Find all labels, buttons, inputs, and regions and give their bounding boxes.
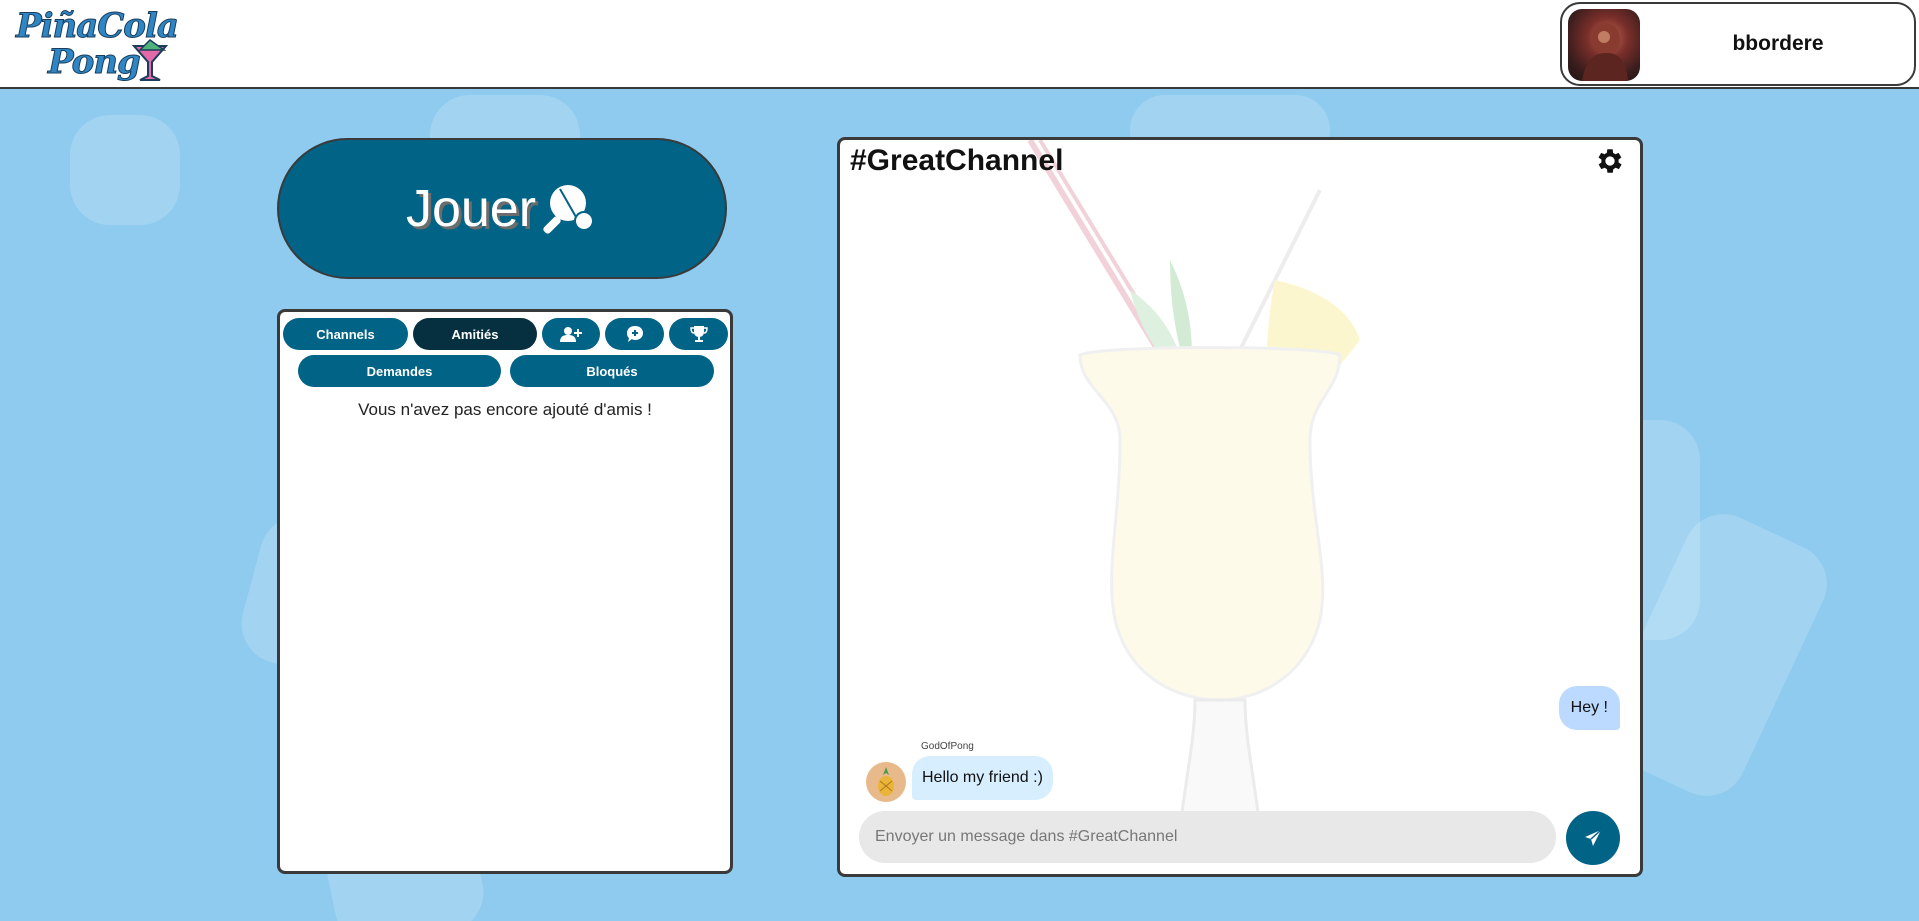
pineapple-avatar-icon bbox=[878, 767, 894, 796]
ping-pong-icon bbox=[543, 184, 595, 234]
gear-icon[interactable] bbox=[1594, 145, 1626, 177]
tab-friends[interactable]: Amitiés bbox=[413, 318, 537, 350]
channel-title: #GreatChannel bbox=[850, 144, 1064, 177]
chat-plus-icon bbox=[626, 326, 643, 342]
profile-card[interactable]: bbordere bbox=[1560, 2, 1916, 86]
pina-colada-illustration bbox=[1027, 140, 1360, 855]
play-button-label: Jouer bbox=[405, 179, 537, 238]
user-avatar[interactable] bbox=[1568, 9, 1640, 81]
cocktail-glass-icon bbox=[131, 39, 169, 81]
tab-leaderboard[interactable] bbox=[669, 318, 728, 350]
message-bubble-other: Hello my friend :) bbox=[912, 756, 1053, 800]
background-shape bbox=[70, 115, 180, 225]
subtab-requests[interactable]: Demandes bbox=[298, 355, 501, 387]
app-logo[interactable]: PiñaCola Pong bbox=[14, 4, 180, 86]
play-button[interactable]: Jouer bbox=[277, 138, 727, 279]
paper-plane-icon bbox=[1585, 829, 1602, 846]
tab-add-friend[interactable] bbox=[542, 318, 600, 350]
logo-text-line2: Pong bbox=[48, 42, 142, 83]
top-bar: PiñaCola Pong bbordere bbox=[0, 0, 1919, 89]
trophy-icon bbox=[689, 326, 708, 342]
empty-friends-message: Vous n'avez pas encore ajouté d'amis ! bbox=[358, 400, 652, 419]
tab-channels[interactable]: Channels bbox=[283, 318, 408, 350]
tab-channels-label: Channels bbox=[316, 326, 375, 342]
message-sender-name: GodOfPong bbox=[921, 741, 974, 752]
subtab-requests-label: Demandes bbox=[366, 363, 433, 379]
subtab-blocked-label: Bloqués bbox=[586, 363, 638, 379]
sender-avatar[interactable] bbox=[866, 762, 906, 802]
add-friend-icon bbox=[560, 327, 582, 342]
message-bubble-self: Hey ! bbox=[1558, 686, 1620, 730]
user-avatar-image bbox=[1582, 23, 1628, 81]
message-input[interactable] bbox=[859, 811, 1556, 863]
username-label: bbordere bbox=[1732, 32, 1824, 55]
subtab-blocked[interactable]: Bloqués bbox=[510, 355, 714, 387]
chat-panel: #GreatChannel Hey ! GodOfPong Hello my f… bbox=[837, 137, 1643, 877]
tab-new-conversation[interactable] bbox=[605, 318, 664, 350]
social-panel: Channels Amitiés Demandes Bloqués Vous n… bbox=[277, 309, 733, 874]
tab-friends-label: Amitiés bbox=[451, 326, 499, 342]
send-button[interactable] bbox=[1566, 811, 1620, 865]
